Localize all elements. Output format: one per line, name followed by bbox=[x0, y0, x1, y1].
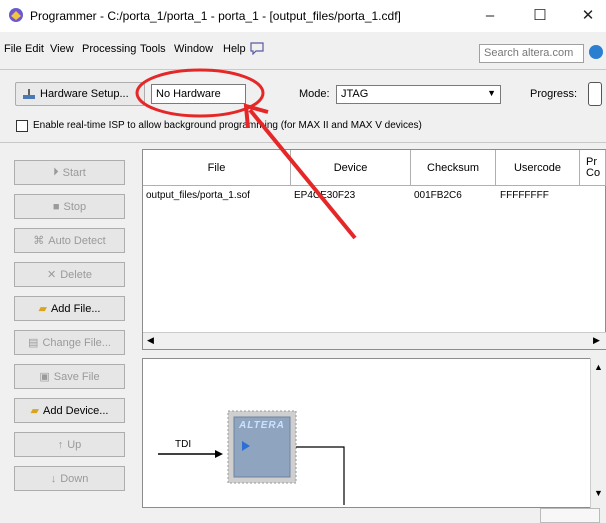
mode-label: Mode: bbox=[299, 88, 330, 100]
column-header-usercode[interactable]: Usercode bbox=[496, 150, 580, 186]
column-header-device[interactable]: Device bbox=[291, 150, 411, 186]
progress-bar bbox=[588, 82, 602, 106]
folder-icon: ▰ bbox=[38, 303, 47, 315]
cell-checksum: 001FB2C6 bbox=[414, 190, 462, 201]
mode-value: JTAG bbox=[341, 88, 369, 100]
auto-detect-icon: ⌘ bbox=[33, 235, 45, 247]
cell-device: EP4CE30F23 bbox=[294, 190, 356, 201]
minimize-button[interactable]: – bbox=[470, 0, 510, 32]
vertical-scrollbar[interactable]: ▲ ▼ bbox=[590, 358, 606, 508]
cell-usercode: FFFFFFFF bbox=[500, 190, 549, 201]
status-bar-field bbox=[540, 508, 600, 523]
scroll-up-icon[interactable]: ▲ bbox=[594, 362, 603, 372]
title-bar: Programmer - C:/porta_1/porta_1 - porta_… bbox=[0, 0, 606, 32]
chip-logo-text: ALTERA bbox=[239, 420, 285, 431]
feedback-icon[interactable] bbox=[249, 41, 265, 55]
delete-icon: ✕ bbox=[46, 269, 57, 281]
search-icon[interactable] bbox=[589, 45, 603, 59]
menu-file[interactable]: File bbox=[4, 43, 22, 55]
start-icon: ⏵ bbox=[53, 166, 59, 178]
save-file-button[interactable]: ▣ Save File bbox=[14, 364, 125, 389]
isp-checkbox[interactable] bbox=[16, 120, 28, 132]
progress-label: Progress: bbox=[530, 88, 578, 100]
maximize-button[interactable]: ☐ bbox=[520, 0, 560, 32]
cell-file: output_files/porta_1.sof bbox=[146, 190, 250, 201]
change-file-button[interactable]: ▤ Change File... bbox=[14, 330, 125, 355]
window-title: Programmer - C:/porta_1/porta_1 - porta_… bbox=[30, 9, 401, 23]
scroll-left-icon[interactable]: ◀ bbox=[147, 335, 154, 346]
scroll-down-icon[interactable]: ▼ bbox=[594, 488, 603, 498]
programmer-app-icon bbox=[9, 8, 23, 22]
down-button[interactable]: ↓ Down bbox=[14, 466, 125, 491]
horizontal-scrollbar[interactable]: ◀ ▶ bbox=[143, 332, 606, 349]
menu-processing[interactable]: Processing bbox=[82, 43, 136, 55]
delete-button[interactable]: ✕ Delete bbox=[14, 262, 125, 287]
change-file-icon: ▤ bbox=[28, 337, 39, 349]
save-icon: ▣ bbox=[39, 371, 50, 383]
mode-select[interactable]: JTAG ▼ bbox=[336, 85, 501, 104]
toolbar-separator bbox=[0, 69, 606, 70]
auto-detect-button[interactable]: ⌘ Auto Detect bbox=[14, 228, 125, 253]
content-separator bbox=[0, 142, 606, 143]
column-header-file[interactable]: File bbox=[143, 150, 291, 186]
up-button[interactable]: ↑ Up bbox=[14, 432, 125, 457]
column-header-checksum[interactable]: Checksum bbox=[411, 150, 496, 186]
menu-tools[interactable]: Tools bbox=[140, 43, 166, 55]
scroll-right-icon[interactable]: ▶ bbox=[593, 335, 600, 346]
start-button[interactable]: ⏵ Start bbox=[14, 160, 125, 185]
arrow-up-icon: ↑ bbox=[57, 438, 64, 451]
hardware-icon bbox=[23, 89, 35, 99]
column-header-program[interactable]: Pr Co bbox=[580, 150, 606, 186]
add-device-button[interactable]: ▰ Add Device... bbox=[14, 398, 125, 423]
hardware-field: No Hardware bbox=[151, 84, 246, 104]
search-input[interactable]: Search altera.com bbox=[479, 44, 584, 63]
stop-button[interactable]: ■ Stop bbox=[14, 194, 125, 219]
menu-view[interactable]: View bbox=[50, 43, 74, 55]
close-button[interactable]: ✕ bbox=[568, 0, 606, 32]
arrow-down-icon: ↓ bbox=[50, 472, 57, 485]
chevron-down-icon: ▼ bbox=[487, 88, 496, 98]
menu-help[interactable]: Help bbox=[223, 43, 246, 55]
menu-edit[interactable]: Edit bbox=[25, 43, 44, 55]
stop-icon: ■ bbox=[52, 200, 60, 213]
add-device-icon: ▰ bbox=[30, 405, 40, 417]
hardware-setup-button[interactable]: Hardware Setup... bbox=[15, 82, 145, 106]
isp-checkbox-label: Enable real-time ISP to allow background… bbox=[33, 120, 422, 131]
hardware-setup-label: Hardware Setup... bbox=[40, 88, 129, 100]
menu-window[interactable]: Window bbox=[174, 43, 213, 55]
add-file-button[interactable]: ▰ Add File... bbox=[14, 296, 125, 321]
